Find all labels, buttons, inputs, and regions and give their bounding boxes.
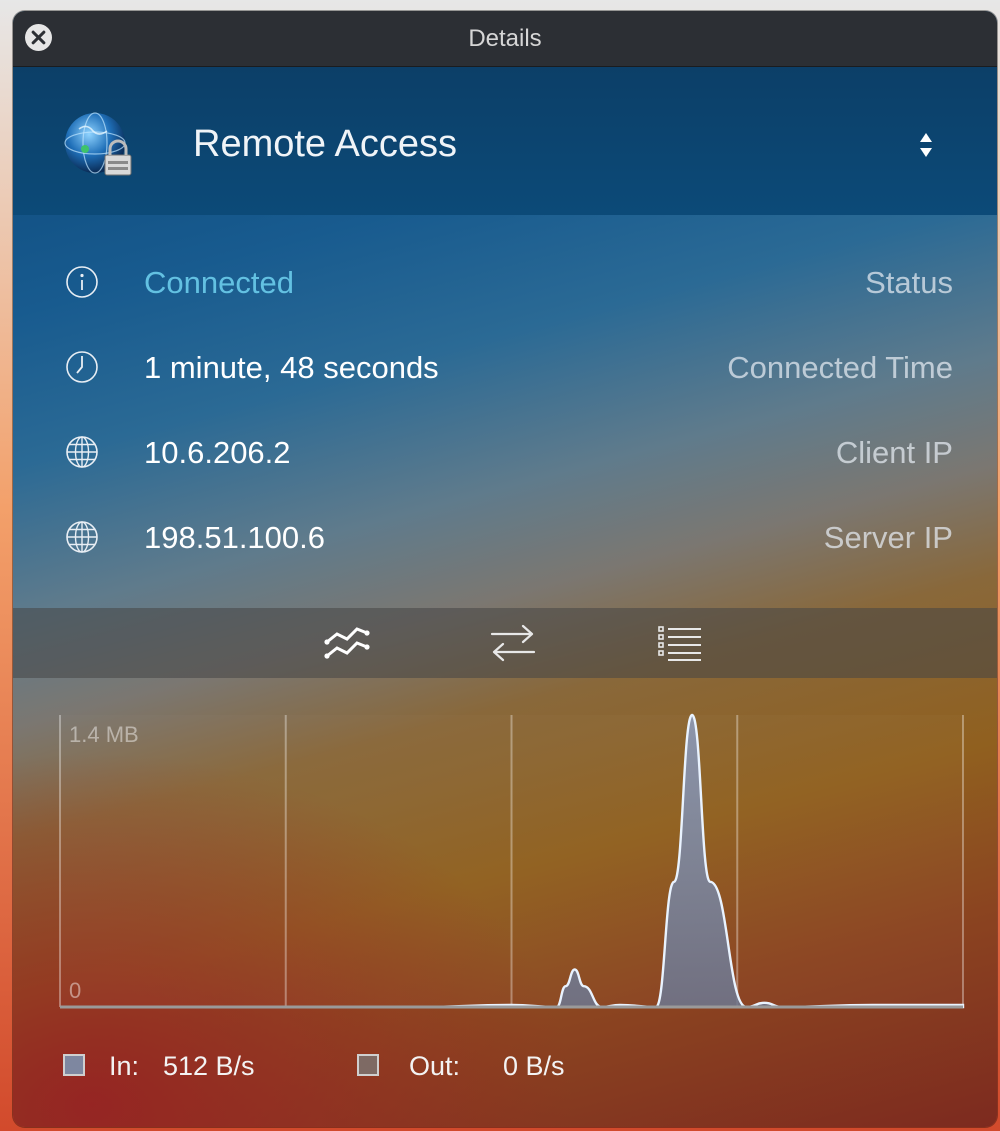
client-ip-row: 10.6.206.2 Client IP [13,421,997,481]
connected-time-value: 1 minute, 48 seconds [144,350,439,385]
in-legend-label: In: [109,1051,140,1081]
connection-header[interactable]: Remote Access [13,67,997,215]
clock-icon [66,351,98,383]
client-ip-label: Client IP [835,435,953,470]
traffic-chart: 1.4 MB 0 [13,678,997,1048]
connected-time-label: Connected Time [727,350,953,385]
view-tab-bar [13,608,997,678]
connected-time-row: 1 minute, 48 seconds Connected Time [13,336,997,396]
vpn-globe-lock-icon [64,112,132,176]
title-bar: Details [13,11,997,67]
out-legend-value: 0 B/s [503,1051,565,1081]
legend-in: In: 512 B/s [63,1051,323,1084]
traffic-graph-icon[interactable] [321,618,375,668]
globe-icon [66,521,98,553]
y-min-label: 0 [69,978,81,1003]
details-window: Details Remote Access Connected Status 1… [13,11,997,1127]
in-swatch [63,1054,85,1076]
status-value: Connected [144,265,294,300]
arrows-swap-icon[interactable] [486,618,540,668]
list-icon[interactable] [653,618,707,668]
connection-name: Remote Access [193,123,457,165]
out-legend-label: Out: [409,1051,461,1081]
out-swatch [357,1054,379,1076]
window-title: Details [468,25,542,52]
in-legend-value: 512 B/s [163,1051,255,1081]
status-label: Status [865,265,953,300]
server-ip-label: Server IP [823,520,953,555]
globe-icon [66,436,98,468]
y-max-label: 1.4 MB [69,722,139,747]
traffic-chart-svg: 1.4 MB 0 [59,713,965,1009]
stepper-arrows-icon[interactable] [918,129,934,161]
server-ip-value: 198.51.100.6 [144,520,326,555]
info-icon [66,266,98,298]
legend-out: Out: 0 B/s [357,1051,617,1084]
server-ip-row: 198.51.100.6 Server IP [13,506,997,566]
client-ip-value: 10.6.206.2 [144,435,291,470]
status-row: Connected Status [13,251,997,311]
